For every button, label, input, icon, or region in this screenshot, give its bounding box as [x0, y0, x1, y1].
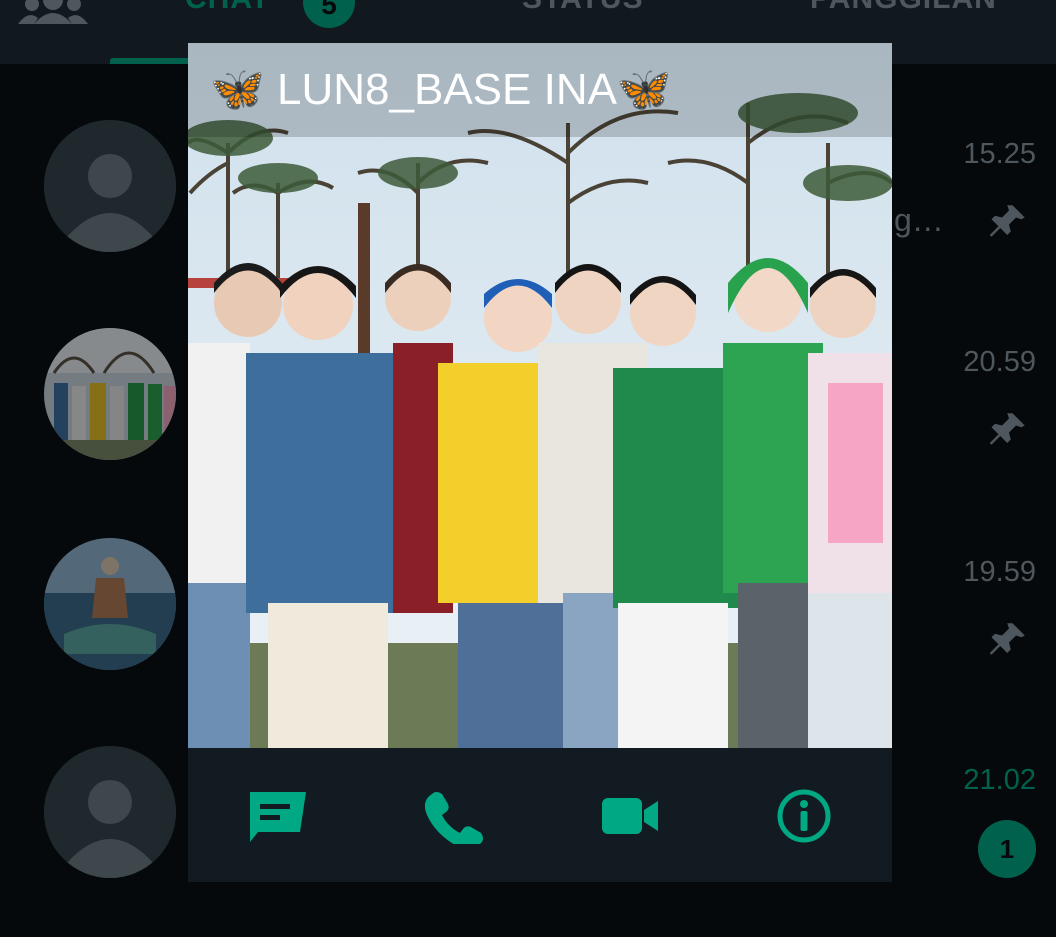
- contact-name: 🦋 LUN8_BASE INA🦋: [210, 65, 672, 114]
- group-photo: [188, 43, 892, 748]
- video-call-icon[interactable]: [598, 788, 662, 844]
- profile-photo[interactable]: [188, 43, 892, 748]
- chat-list-screen: CHAT 5 STATUS PANGGILAN 15.25 g…: [0, 0, 1056, 937]
- call-icon[interactable]: [422, 788, 486, 844]
- message-icon[interactable]: [246, 788, 310, 844]
- popup-title-bar: 🦋 LUN8_BASE INA🦋: [188, 43, 892, 137]
- profile-popup: 🦋 LUN8_BASE INA🦋: [188, 43, 892, 882]
- info-icon[interactable]: [772, 788, 836, 844]
- popup-action-bar: [188, 748, 892, 882]
